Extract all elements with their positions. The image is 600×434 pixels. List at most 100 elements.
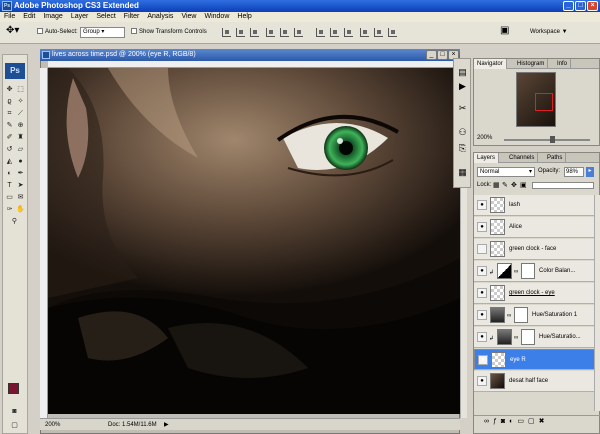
workspace-button[interactable]: Workspace ▼ xyxy=(530,28,568,37)
distribute-bottom-icon[interactable] xyxy=(344,28,353,37)
new-group-icon[interactable]: ▭ xyxy=(517,418,528,425)
layer-row-green-clock-eye[interactable]: ● green clock - eye xyxy=(474,283,594,304)
screen-mode-icon[interactable]: ▢ xyxy=(10,421,19,430)
navigator-zoom-readout[interactable]: 200% xyxy=(477,135,492,141)
lock-transparency-icon[interactable]: ▦ xyxy=(493,181,500,189)
menu-select[interactable]: Select xyxy=(92,12,119,22)
blur-tool-icon[interactable]: ● xyxy=(16,157,25,166)
tab-layers[interactable]: Layers xyxy=(474,153,500,163)
tab-histogram[interactable]: Histogram xyxy=(514,59,549,69)
layer-row-green-clock-face[interactable]: ● green clock - face xyxy=(474,239,594,260)
eye-icon[interactable]: ● xyxy=(477,376,487,386)
distribute-left-icon[interactable] xyxy=(360,28,369,37)
layers-scrollbar[interactable] xyxy=(594,195,600,411)
patch-tool-icon[interactable]: ⊕ xyxy=(16,121,25,130)
layer-row-eye-r[interactable]: ● eye R xyxy=(474,349,594,370)
shape-tool-icon[interactable]: ▭ xyxy=(5,193,14,202)
dodge-tool-icon[interactable]: ◐ xyxy=(5,169,14,178)
zoom-readout[interactable]: 200% xyxy=(45,419,60,431)
zoom-tool-icon[interactable]: ⚲ xyxy=(10,217,19,226)
menu-analysis[interactable]: Analysis xyxy=(143,12,177,22)
eye-icon[interactable]: ● xyxy=(478,355,488,365)
tab-info[interactable]: Info xyxy=(554,59,572,69)
eye-icon[interactable]: ● xyxy=(477,200,487,210)
foreground-color-swatch[interactable] xyxy=(8,383,19,394)
eyedropper-icon[interactable]: ✎ xyxy=(5,121,14,130)
new-layer-icon[interactable]: ▢ xyxy=(528,418,539,425)
move-tool-icon[interactable]: ✥ xyxy=(5,85,14,94)
layer-comps-icon[interactable]: ▦ xyxy=(457,167,468,178)
doc-minimize-button[interactable]: _ xyxy=(426,50,437,60)
menu-window[interactable]: Window xyxy=(200,12,233,22)
stamp-tool-icon[interactable]: ♜ xyxy=(16,133,25,142)
workspace-icon[interactable]: ▣ xyxy=(500,26,509,36)
auto-select-dropdown[interactable]: Group ▾ xyxy=(80,27,125,38)
history-panel-icon[interactable]: ▤ xyxy=(457,67,468,78)
marquee-tool-icon[interactable]: ⬚ xyxy=(16,85,25,94)
slice-tool-icon[interactable]: ⟋ xyxy=(16,109,25,118)
menu-layer[interactable]: Layer xyxy=(67,12,93,22)
checkbox-icon[interactable] xyxy=(131,28,137,35)
hand-tool-icon[interactable]: ✋ xyxy=(16,205,25,214)
brushes-panel-icon[interactable]: ⚇ xyxy=(457,127,468,138)
eraser-tool-icon[interactable]: ▱ xyxy=(16,145,25,154)
fill-input[interactable] xyxy=(532,182,594,189)
tab-navigator[interactable]: Navigator xyxy=(474,59,507,69)
align-right-icon[interactable] xyxy=(294,28,303,37)
navigator-zoom-slider[interactable] xyxy=(504,139,590,141)
layer-row-hue-saturation-2[interactable]: ● ↲ ∞ Hue/Saturatio... xyxy=(474,327,594,348)
path-select-icon[interactable]: ➤ xyxy=(16,181,25,190)
checkbox-icon[interactable] xyxy=(37,28,43,35)
magic-wand-icon[interactable]: ✧ xyxy=(16,97,25,106)
eyedropper2-icon[interactable]: ✑ xyxy=(5,205,14,214)
bucket-tool-icon[interactable]: ◭ xyxy=(5,157,14,166)
opacity-input[interactable]: 98% xyxy=(564,167,584,177)
layer-row-hue-saturation-1[interactable]: ● ∞ Hue/Saturation 1 xyxy=(474,305,594,326)
notes-tool-icon[interactable]: ✉ xyxy=(16,193,25,202)
minimize-button[interactable]: _ xyxy=(563,1,574,11)
image-canvas[interactable] xyxy=(48,68,460,414)
eye-icon[interactable]: ● xyxy=(477,288,487,298)
lock-position-icon[interactable]: ✥ xyxy=(511,181,517,189)
auto-select-checkbox[interactable]: Auto-Select: xyxy=(37,28,78,37)
layer-style-icon[interactable]: ƒ xyxy=(493,418,501,425)
brush-tool-icon[interactable]: ✐ xyxy=(5,133,14,142)
maximize-button[interactable]: □ xyxy=(575,1,586,11)
lasso-tool-icon[interactable]: ϱ xyxy=(5,97,14,106)
quick-mask-icon[interactable]: ◙ xyxy=(10,407,19,416)
menu-help[interactable]: Help xyxy=(233,12,255,22)
menu-file[interactable]: File xyxy=(0,12,19,22)
tab-paths[interactable]: Paths xyxy=(544,153,567,163)
eye-icon[interactable]: ● xyxy=(477,310,487,320)
navigator-slider-handle[interactable] xyxy=(550,136,555,143)
tab-channels[interactable]: Channels xyxy=(506,153,539,163)
move-tool-icon[interactable]: ✥▾ xyxy=(6,26,19,36)
align-left-icon[interactable] xyxy=(266,28,275,37)
blend-mode-dropdown[interactable]: Normal ▾ xyxy=(477,167,535,177)
layer-row-alice[interactable]: ● Alice xyxy=(474,217,594,238)
navigator-thumbnail[interactable] xyxy=(516,72,556,127)
menu-image[interactable]: Image xyxy=(39,12,66,22)
link-layers-icon[interactable]: ∞ xyxy=(484,418,493,425)
lock-pixels-icon[interactable]: ✎ xyxy=(502,181,508,189)
eye-icon[interactable]: ● xyxy=(477,222,487,232)
align-bottom-icon[interactable] xyxy=(250,28,259,37)
distribute-hcenter-icon[interactable] xyxy=(374,28,383,37)
add-mask-icon[interactable]: ◙ xyxy=(501,418,509,425)
history-brush-icon[interactable]: ↺ xyxy=(5,145,14,154)
show-transform-checkbox[interactable]: Show Transform Controls xyxy=(131,28,207,37)
eye-icon[interactable]: ● xyxy=(477,266,487,276)
menu-filter[interactable]: Filter xyxy=(120,12,144,22)
layer-row-desat-half-face[interactable]: ● desat half face xyxy=(474,371,594,392)
opacity-slider-button[interactable]: ▸ xyxy=(586,167,594,177)
clone-source-icon[interactable]: ⎘ xyxy=(457,143,468,154)
doc-maximize-button[interactable]: □ xyxy=(437,50,448,60)
pen-tool-icon[interactable]: ✒ xyxy=(16,169,25,178)
eye-hidden-icon[interactable]: ● xyxy=(477,244,487,254)
lock-all-icon[interactable]: ▣ xyxy=(520,181,527,189)
align-hcenter-icon[interactable] xyxy=(280,28,289,37)
delete-layer-icon[interactable]: ✖ xyxy=(539,418,549,425)
eye-icon[interactable]: ● xyxy=(477,332,487,342)
actions-panel-icon[interactable]: ▶ xyxy=(457,81,468,92)
layer-row-color-balance[interactable]: ● ↲ ∞ Color Balan... xyxy=(474,261,594,282)
